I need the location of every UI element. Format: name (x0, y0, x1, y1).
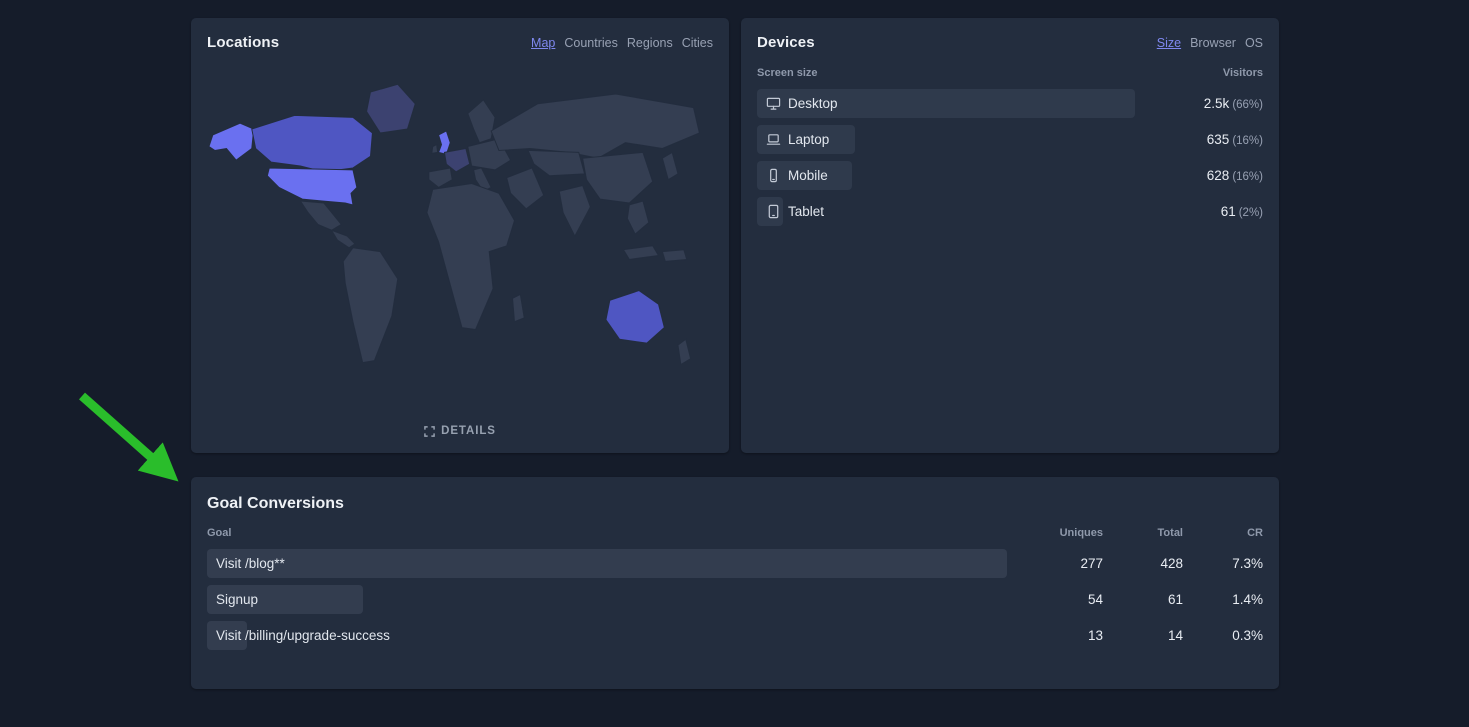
goal-label: Signup (216, 592, 259, 607)
device-label: Tablet (788, 204, 825, 219)
map-china[interactable] (582, 151, 654, 204)
map-india[interactable] (558, 184, 591, 238)
locations-tabs: Map Countries Regions Cities (531, 36, 713, 50)
column-screen-size: Screen size (757, 67, 818, 79)
goal-conversions-title: Goal Conversions (207, 495, 344, 512)
map-middle-east[interactable] (506, 167, 545, 210)
device-row-desktop[interactable]: Desktop 2.5k (66%) (757, 89, 1263, 118)
tab-size[interactable]: Size (1157, 36, 1181, 50)
map-south-america[interactable] (342, 247, 399, 364)
goal-total: 14 (1167, 628, 1183, 643)
goal-row-visit-blog[interactable]: Visit /blog** 277 428 7.3% (207, 549, 1263, 578)
tab-browser[interactable]: Browser (1190, 36, 1236, 50)
goal-total: 61 (1167, 592, 1183, 607)
goal-cr: 0.3% (1232, 628, 1263, 643)
device-share: (16%) (1232, 170, 1263, 183)
tablet-icon (766, 204, 781, 219)
tab-map[interactable]: Map (531, 36, 555, 50)
column-cr: CR (1247, 527, 1263, 539)
device-visitors: 635 (1206, 131, 1230, 147)
goal-cr: 7.3% (1232, 556, 1263, 571)
device-row-laptop[interactable]: Laptop 635 (16%) (757, 125, 1263, 154)
device-visitors: 628 (1206, 167, 1230, 183)
map-alaska[interactable] (208, 122, 255, 161)
locations-header: Locations Map Countries Regions Cities (207, 34, 713, 51)
map-russia[interactable] (490, 93, 700, 159)
map-africa[interactable] (426, 183, 516, 331)
goal-row-visit-billing-upgrade-success[interactable]: Visit /billing/upgrade-success 13 14 0.3… (207, 621, 1263, 650)
mobile-icon (766, 168, 781, 183)
device-row-tablet[interactable]: Tablet 61 (2%) (757, 197, 1263, 226)
map-indonesia-east[interactable] (661, 249, 688, 262)
map-iberia[interactable] (428, 167, 453, 189)
map-mexico[interactable] (299, 200, 343, 231)
map-canada[interactable] (251, 114, 373, 173)
devices-header: Devices Size Browser OS (757, 34, 1263, 51)
devices-panel: Devices Size Browser OS Screen size Visi… (741, 18, 1279, 453)
laptop-icon (766, 132, 781, 147)
expand-icon (424, 425, 435, 437)
details-button[interactable]: DETAILS (416, 421, 504, 441)
goal-label: Visit /blog** (216, 556, 285, 571)
column-visitors: Visitors (1222, 67, 1263, 79)
map-central-asia[interactable] (527, 149, 586, 177)
device-visitors: 2.5k (1203, 95, 1230, 111)
tab-cities[interactable]: Cities (682, 36, 713, 50)
devices-column-headers: Screen size Visitors (757, 67, 1263, 79)
devices-tabs: Size Browser OS (1157, 36, 1263, 50)
map-greenland[interactable] (366, 83, 416, 134)
locations-title: Locations (207, 34, 280, 51)
device-share: (2%) (1238, 206, 1263, 219)
column-goal: Goal (207, 527, 232, 539)
device-share: (66%) (1232, 98, 1263, 111)
map-indonesia-west[interactable] (622, 245, 660, 260)
arrow-shaft (79, 392, 179, 482)
world-map[interactable] (207, 57, 713, 421)
world-map-svg (208, 83, 700, 366)
goal-total: 428 (1160, 556, 1183, 571)
device-label: Desktop (788, 96, 838, 111)
map-united-states[interactable] (266, 167, 358, 206)
map-scandinavia[interactable] (467, 99, 496, 144)
tab-regions[interactable]: Regions (627, 36, 673, 50)
map-southeast-asia[interactable] (626, 200, 650, 235)
device-label: Laptop (788, 132, 830, 147)
goal-uniques: 54 (1087, 592, 1103, 607)
map-ireland[interactable] (431, 143, 439, 154)
tab-os[interactable]: OS (1245, 36, 1263, 50)
column-total: Total (1157, 527, 1183, 539)
device-row-mobile[interactable]: Mobile 628 (16%) (757, 161, 1263, 190)
map-madagascar[interactable] (512, 293, 525, 323)
devices-title: Devices (757, 34, 815, 51)
device-share: (16%) (1232, 134, 1263, 147)
map-united-kingdom[interactable] (437, 130, 451, 155)
goal-label: Visit /billing/upgrade-success (216, 628, 390, 643)
details-label: DETAILS (441, 425, 496, 437)
desktop-icon (766, 96, 781, 111)
goals-column-headers: Goal Uniques Total CR (207, 527, 1263, 539)
locations-panel: Locations Map Countries Regions Cities D… (191, 18, 729, 453)
column-uniques: Uniques (1059, 527, 1103, 539)
goal-uniques: 277 (1080, 556, 1103, 571)
map-japan[interactable] (661, 151, 679, 181)
device-label: Mobile (788, 168, 828, 183)
device-visitors: 61 (1220, 203, 1236, 219)
goal-conversions-panel: Goal Conversions Goal Uniques Total CR V… (191, 477, 1279, 689)
map-central-america[interactable] (330, 229, 356, 249)
map-australia[interactable] (605, 290, 665, 344)
goal-row-signup[interactable]: Signup 54 61 1.4% (207, 585, 1263, 614)
goal-uniques: 13 (1087, 628, 1103, 643)
map-new-zealand[interactable] (677, 338, 692, 366)
tab-countries[interactable]: Countries (564, 36, 618, 50)
goal-cr: 1.4% (1232, 592, 1263, 607)
